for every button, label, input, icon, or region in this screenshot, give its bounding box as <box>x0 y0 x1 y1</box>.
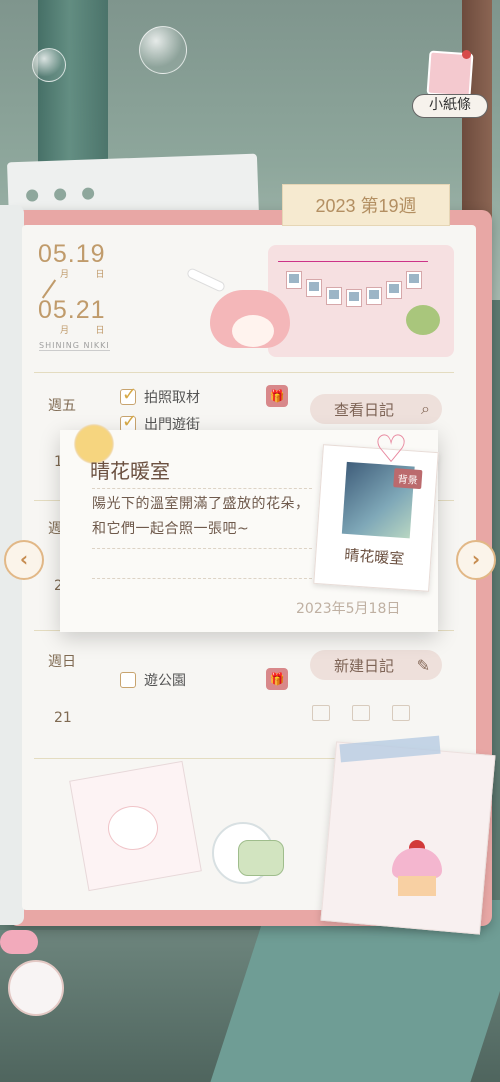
search-icon: ⌕ <box>421 399 430 418</box>
popup-date: 2023年5月18日 <box>296 601 401 617</box>
chevron-left-icon[interactable]: ‹ <box>4 540 44 580</box>
task-item[interactable]: 拍照取材 <box>120 384 200 407</box>
background-tag: 背景 <box>393 468 423 490</box>
sticker-card <box>320 741 496 935</box>
task-item[interactable]: 遊公園 <box>120 670 186 690</box>
bubble-decoration <box>139 26 187 74</box>
view-diary-button[interactable]: 查看日記 ⌕ <box>310 394 442 424</box>
empty-photo-slot[interactable] <box>392 705 410 721</box>
day-label-fri: 週五 <box>48 398 76 414</box>
end-date: 05.21 <box>38 296 106 324</box>
cupcake-illustration <box>392 840 442 896</box>
gift-icon[interactable]: 🎁 <box>266 385 288 407</box>
plant-decoration <box>406 305 440 335</box>
week-tab: 2023 第19週 <box>282 184 450 226</box>
empty-photo-slot[interactable] <box>312 705 330 721</box>
task-label: 拍照取材 <box>144 390 200 406</box>
cat-paw-charm-icon <box>8 960 64 1016</box>
mini-photo-decoration <box>406 271 422 289</box>
girl-face-illustration <box>232 315 274 347</box>
checkbox-unchecked[interactable] <box>120 672 136 688</box>
divider <box>34 372 454 373</box>
bubble-decoration <box>32 48 66 82</box>
cupcake-frosting <box>392 848 442 878</box>
cupcake-base <box>398 876 436 896</box>
day-number-sun: 21 <box>54 710 72 726</box>
empty-photo-slot[interactable] <box>352 705 370 721</box>
brand-label: SHINING NIKKI <box>39 341 110 351</box>
task-label: 遊公園 <box>144 673 186 689</box>
mini-photo-decoration <box>346 289 362 307</box>
mini-photo-decoration <box>386 281 402 299</box>
edit-icon: ✎ <box>416 655 430 675</box>
day-label-sun: 週日 <box>48 654 76 670</box>
new-diary-button[interactable]: 新建日記 ✎ <box>310 650 442 680</box>
new-diary-label: 新建日記 <box>334 656 395 675</box>
checkbox-checked[interactable] <box>120 384 137 405</box>
matcha-cake-illustration <box>238 840 284 876</box>
girl-legs-illustration <box>185 267 227 293</box>
bow-decoration <box>0 930 38 954</box>
chevron-right-icon[interactable]: › <box>456 540 496 580</box>
dashed-divider <box>92 578 312 579</box>
mini-photo-decoration <box>306 279 322 297</box>
pin-icon <box>462 50 471 59</box>
view-diary-label: 查看日記 <box>334 400 395 419</box>
mini-photo-decoration <box>366 287 382 305</box>
popup-title: 晴花暖室 <box>90 459 170 483</box>
gift-icon[interactable]: 🎁 <box>266 668 288 690</box>
heart-icon: ♡ <box>374 427 409 471</box>
snack-illustration <box>44 760 294 892</box>
start-date: 05.19 <box>38 240 106 268</box>
dashed-divider <box>92 548 312 549</box>
popup-description: 陽光下的溫室開滿了盛放的花朵，和它們一起合照一張吧~ <box>92 496 310 537</box>
dashed-divider <box>92 488 312 489</box>
start-date-labels: 月 日 <box>60 269 117 279</box>
bunny-face-illustration <box>108 806 158 850</box>
sticky-note-label: 小紙條 <box>412 94 488 118</box>
header-illustration <box>150 245 455 365</box>
end-date-labels: 月 日 <box>60 325 117 335</box>
mini-photo-decoration <box>326 287 342 305</box>
mini-photo-decoration <box>286 271 302 289</box>
sticky-note-button[interactable]: 小紙條 <box>412 50 488 120</box>
photo-caption: 晴花暖室 <box>343 545 405 569</box>
